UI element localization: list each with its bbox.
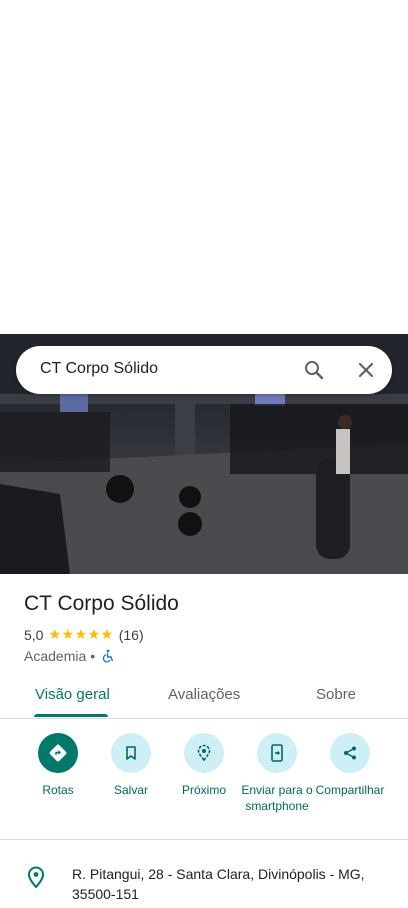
reviews-count[interactable]: (16) [119,627,144,643]
send-to-phone-icon [257,733,297,773]
nearby-icon [184,733,224,773]
rating-stars: ★★★★★ [48,626,114,642]
save-button[interactable]: Salvar [91,733,171,798]
search-icon[interactable] [302,358,326,382]
tab-about[interactable]: Sobre [316,686,356,703]
tab-reviews[interactable]: Avaliações [168,686,240,703]
share-button[interactable]: Compartilhar [310,733,390,798]
category-row: Academia • [24,648,115,664]
close-icon[interactable] [353,357,379,383]
location-pin-icon [26,866,46,893]
directions-button[interactable]: Rotas [18,733,98,798]
tab-bar: Visão geral Avaliações Sobre [0,672,408,719]
place-title: CT Corpo Sólido [24,592,179,615]
divider [0,839,408,840]
directions-icon [38,733,78,773]
save-label: Salvar [113,783,148,797]
tab-overview[interactable]: Visão geral [35,686,110,703]
address-text[interactable]: R. Pitangui, 28 - Santa Clara, Divinópol… [72,864,392,904]
bookmark-icon [111,733,151,773]
nearby-label: Próximo [181,783,226,797]
category-label: Academia [24,648,87,664]
rating-row[interactable]: 5,0 ★★★★★ (16) [24,626,144,643]
wheelchair-accessible-icon [101,649,115,663]
share-icon [330,733,370,773]
send-to-phone-button[interactable]: Enviar para o smartphone [237,733,317,814]
directions-label: Rotas [42,783,74,797]
rating-value: 5,0 [24,626,44,643]
nearby-button[interactable]: Próximo [164,733,244,798]
active-tab-indicator [34,714,108,717]
search-input[interactable]: CT Corpo Sólido [40,360,158,378]
search-bar[interactable]: CT Corpo Sólido [16,346,392,394]
send-to-phone-label: Enviar para o smartphone [241,783,313,813]
separator: • [90,648,96,664]
share-label: Compartilhar [315,783,385,797]
